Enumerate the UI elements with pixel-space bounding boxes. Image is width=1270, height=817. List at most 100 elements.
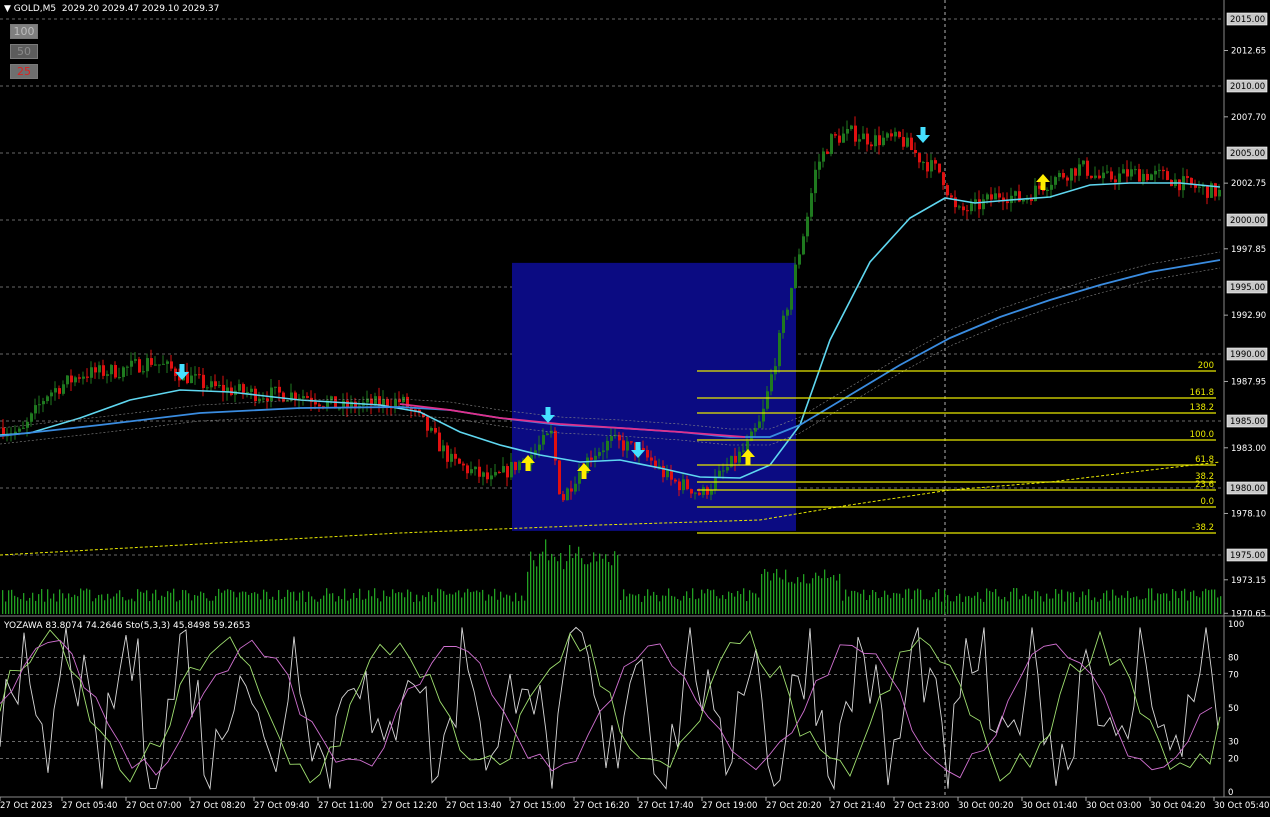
volume-bar [155, 589, 157, 614]
candle-body [610, 435, 613, 441]
candle-body [74, 377, 77, 383]
volume-bar [1016, 588, 1018, 614]
volume-bar [875, 592, 877, 614]
volume-bar [938, 589, 940, 614]
volume-bar [1094, 597, 1096, 614]
candle-body [430, 428, 433, 431]
volume-bar [629, 593, 631, 614]
price-tick-label: 2002.75 [1231, 179, 1266, 189]
volume-bar [278, 590, 280, 614]
price-level-label: 1990.00 [1230, 350, 1265, 360]
candle-body [722, 470, 725, 472]
candle-body [894, 131, 897, 137]
volume-bar [767, 571, 769, 614]
candle-body [66, 375, 69, 385]
volume-bar [1118, 597, 1120, 614]
zoom-25-button[interactable]: 25 [10, 64, 38, 79]
volume-bar [701, 589, 703, 614]
candle-body [206, 387, 209, 389]
volume-bar [719, 598, 721, 614]
volume-bar [1124, 597, 1126, 614]
zoom-100-button[interactable]: 100 [10, 24, 38, 39]
volume-bar [596, 561, 598, 614]
candle-body [714, 476, 717, 490]
volume-bar [470, 592, 472, 614]
candle-body [214, 381, 217, 387]
volume-bar [947, 595, 949, 614]
volume-bar [89, 589, 91, 614]
volume-bar [929, 600, 931, 614]
volume-bar [23, 593, 25, 614]
volume-bar [104, 600, 106, 614]
price-level-label: 1980.00 [1230, 484, 1265, 494]
candle-body [1062, 172, 1065, 178]
volume-bar [5, 601, 7, 614]
osc-tick-label: 70 [1228, 670, 1239, 680]
volume-bar [137, 589, 139, 614]
candle-body [38, 404, 41, 406]
volume-bar [224, 590, 226, 614]
candle-body [594, 455, 597, 460]
price-chart[interactable]: 200161.8138.2100.061.838.223.60.0-38.220… [0, 0, 1270, 813]
volume-bar [755, 593, 757, 614]
volume-bar [206, 598, 208, 614]
volume-bar [464, 592, 466, 614]
candle-body [506, 466, 509, 478]
price-level-label: 2000.00 [1230, 216, 1265, 226]
stoch-main-line [0, 629, 1221, 784]
candle-body [1094, 175, 1097, 178]
candle-body [802, 236, 805, 255]
candle-body [146, 358, 149, 372]
candle-body [786, 309, 789, 316]
candle-body [474, 466, 477, 470]
volume-bar [434, 601, 436, 614]
volume-bar [554, 556, 556, 614]
volume-bar [884, 590, 886, 614]
volume-bar [962, 601, 964, 614]
fib-level-label: 23.6 [1195, 480, 1214, 490]
volume-bar [32, 592, 34, 614]
volume-bar [632, 594, 634, 614]
volume-bar [203, 592, 205, 614]
candle-body [438, 432, 441, 452]
indicator-header: YOZAWA 83.8074 74.2646 Sto(5,3,3) 45.849… [4, 621, 251, 631]
osc-tick-label: 50 [1228, 704, 1239, 714]
volume-bar [194, 594, 196, 614]
candle-body [194, 374, 197, 376]
volume-bar [35, 600, 37, 614]
candle-body [258, 398, 261, 402]
volume-bar [377, 598, 379, 614]
volume-bar [1139, 599, 1141, 614]
candle-body [858, 139, 861, 142]
volume-bar [38, 594, 40, 614]
candle-body [1158, 169, 1161, 171]
arrow-down-icon [916, 127, 930, 143]
candle-body [606, 440, 609, 451]
volume-bar [1031, 599, 1033, 614]
volume-bar [110, 598, 112, 614]
volume-bar [872, 589, 874, 614]
volume-bar [626, 596, 628, 614]
volume-bar [968, 596, 970, 614]
volume-bar [800, 582, 802, 614]
volume-bar [1196, 596, 1198, 614]
chart-window[interactable]: 200 161.8 138.2 100.0 61.8 38.2 23.6 0.0 -38.2 20… [0, 0, 1270, 813]
volume-bar [1082, 591, 1084, 614]
price-level-label: 1975.00 [1230, 551, 1265, 561]
candle-body [122, 367, 125, 378]
time-axis-label: 30 Oct 04:20 [1150, 801, 1205, 811]
volume-bar [863, 589, 865, 614]
volume-bar [326, 588, 328, 614]
volume-bar [47, 589, 49, 614]
volume-bar [1193, 590, 1195, 614]
volume-bar [686, 591, 688, 614]
zoom-50-button[interactable]: 50 [10, 44, 38, 59]
volume-bar [461, 597, 463, 614]
dropdown-triangle-icon[interactable]: ▼ [4, 4, 11, 14]
volume-bar [881, 597, 883, 614]
volume-bar [707, 588, 709, 614]
volume-bar [845, 589, 847, 614]
symbol-label: GOLD,M5 [13, 4, 57, 14]
candle-body [994, 193, 997, 200]
volume-bar [266, 591, 268, 614]
